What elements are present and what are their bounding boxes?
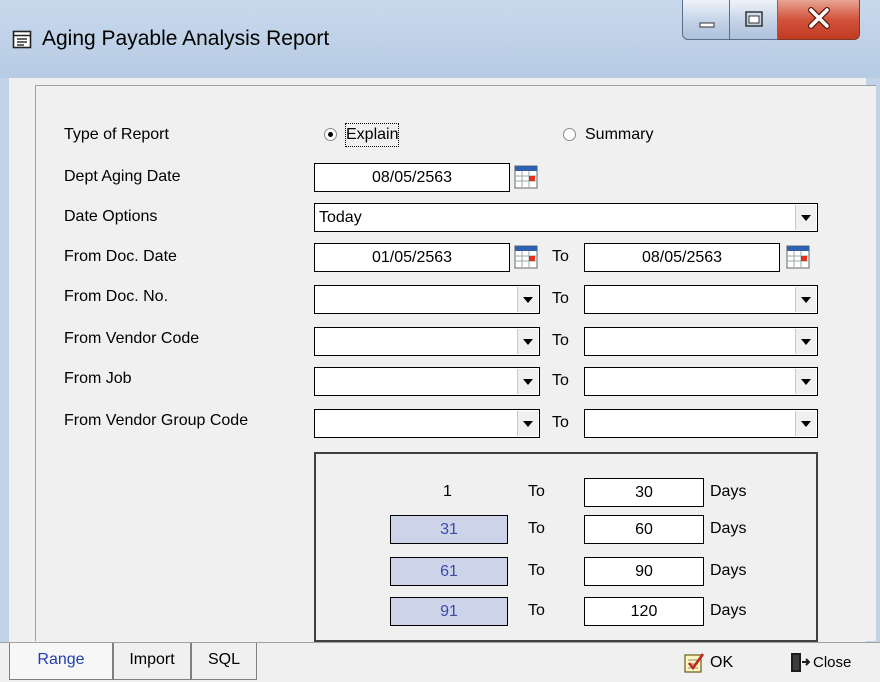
chevron-down-icon[interactable] [795, 329, 816, 354]
chevron-down-icon[interactable] [795, 287, 816, 312]
report-icon [12, 30, 32, 49]
close-window-button[interactable] [778, 0, 860, 40]
to-doc-no-dropdown[interactable] [584, 285, 818, 314]
to-vendor-code-dropdown[interactable] [584, 327, 818, 356]
from-vendor-code-label: From Vendor Code [64, 330, 200, 347]
from-job-label: From Job [64, 370, 132, 387]
dept-aging-date-field[interactable]: 08/05/2563 [314, 163, 510, 192]
to-doc-date-field[interactable]: 08/05/2563 [584, 243, 780, 272]
from-job-dropdown[interactable] [314, 367, 540, 396]
range-1-unit: Days [710, 483, 747, 500]
calendar-icon[interactable] [514, 165, 538, 189]
chevron-down-icon[interactable] [795, 205, 816, 230]
range-2-to-label: To [528, 520, 545, 537]
range-3-unit: Days [710, 562, 747, 579]
window-frame-left [0, 78, 9, 681]
summary-radio[interactable] [563, 128, 576, 141]
chevron-down-icon[interactable] [517, 411, 538, 436]
range-4-to-field[interactable]: 120 [584, 597, 704, 626]
to-label: To [552, 332, 569, 349]
range-1-to-field[interactable]: 30 [584, 478, 704, 507]
chevron-down-icon[interactable] [795, 369, 816, 394]
to-label: To [552, 290, 569, 307]
range-4-unit: Days [710, 602, 747, 619]
to-job-dropdown[interactable] [584, 367, 818, 396]
tab-import[interactable]: Import [113, 643, 191, 680]
calendar-icon[interactable] [514, 245, 538, 269]
calendar-icon[interactable] [786, 245, 810, 269]
from-doc-date-field[interactable]: 01/05/2563 [314, 243, 510, 272]
chevron-down-icon[interactable] [795, 411, 816, 436]
tab-sql[interactable]: SQL [191, 643, 257, 680]
from-doc-no-dropdown[interactable] [314, 285, 540, 314]
close-button-label: Close [813, 654, 852, 671]
maximize-button[interactable] [730, 0, 778, 40]
from-doc-date-label: From Doc. Date [64, 248, 177, 265]
from-vendor-group-code-dropdown[interactable] [314, 409, 540, 438]
checklist-icon [684, 653, 705, 673]
summary-radio-label[interactable]: Summary [585, 124, 653, 146]
to-vendor-group-code-dropdown[interactable] [584, 409, 818, 438]
to-label: To [552, 372, 569, 389]
date-options-label: Date Options [64, 208, 158, 225]
close-button[interactable]: Close [786, 648, 870, 678]
explain-radio-label[interactable]: Explain [344, 123, 400, 147]
chevron-down-icon[interactable] [517, 329, 538, 354]
to-label: To [552, 414, 569, 431]
ok-button[interactable]: OK [680, 648, 744, 678]
title-bar[interactable]: Aging Payable Analysis Report [0, 0, 880, 78]
from-doc-no-label: From Doc. No. [64, 288, 169, 305]
minimize-button[interactable] [682, 0, 730, 40]
type-of-report-label: Type of Report [64, 126, 169, 143]
maximize-icon [745, 11, 763, 27]
ok-button-label: OK [710, 654, 734, 671]
window-title: Aging Payable Analysis Report [42, 27, 330, 50]
radio-selected-dot [328, 132, 333, 137]
from-vendor-group-code-label: From Vendor Group Code [64, 412, 249, 429]
to-label: To [552, 248, 569, 265]
range-2-unit: Days [710, 520, 747, 537]
range-2-to-field[interactable]: 60 [584, 515, 704, 544]
chevron-down-icon[interactable] [517, 369, 538, 394]
minimize-icon [699, 22, 715, 28]
range-4-from-field[interactable]: 91 [390, 597, 508, 626]
dept-aging-date-label: Dept Aging Date [64, 168, 181, 185]
explain-radio[interactable] [324, 128, 337, 141]
range-3-from-field[interactable]: 61 [390, 557, 508, 586]
close-icon [808, 7, 830, 29]
from-vendor-code-dropdown[interactable] [314, 327, 540, 356]
range-3-to-label: To [528, 562, 545, 579]
range-4-to-label: To [528, 602, 545, 619]
tab-range[interactable]: Range [9, 643, 113, 680]
range-1-to-label: To [528, 483, 545, 500]
range-3-to-field[interactable]: 90 [584, 557, 704, 586]
chevron-down-icon[interactable] [517, 287, 538, 312]
range-1-from: 1 [443, 483, 452, 500]
date-options-dropdown[interactable]: Today [314, 203, 818, 232]
exit-door-icon [791, 653, 810, 672]
range-2-from-field[interactable]: 31 [390, 515, 508, 544]
